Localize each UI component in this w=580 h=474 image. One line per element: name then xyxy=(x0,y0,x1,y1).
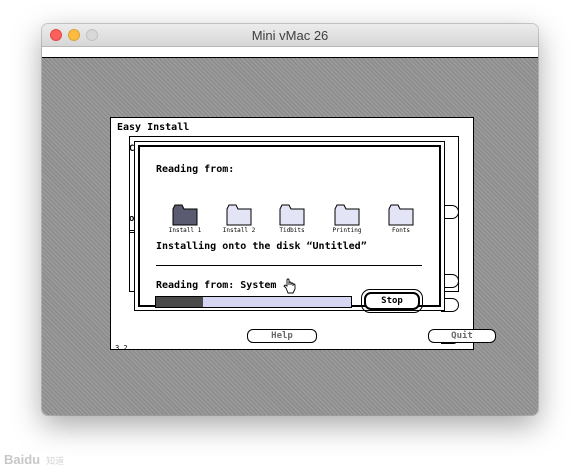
stop-button[interactable]: Stop xyxy=(364,292,420,310)
quit-button[interactable]: Quit xyxy=(428,329,496,343)
disk-item-fonts: Fonts xyxy=(383,204,419,234)
disk-item-install-1: Install 1 xyxy=(167,204,203,234)
progress-bar xyxy=(155,296,352,308)
folder-shape xyxy=(279,204,305,226)
disk-label: Printing xyxy=(332,227,362,234)
disk-item-install-2: Install 2 xyxy=(221,204,257,234)
hand-pointer-icon xyxy=(283,278,296,294)
disk-item-tidbits: Tidbits xyxy=(274,204,310,234)
folder-shape xyxy=(226,204,252,226)
watermark: Baidu 知道 xyxy=(4,452,64,467)
watermark-brand: Bai xyxy=(4,452,25,467)
help-button[interactable]: Help xyxy=(247,329,317,343)
reading-from-label: Reading from: xyxy=(156,164,235,175)
watermark-chinese: 知道 xyxy=(46,456,65,466)
window-title: Mini vMac 26 xyxy=(251,28,329,43)
dialog-divider xyxy=(156,265,422,266)
watermark-paw: du xyxy=(24,452,41,467)
install-status-text: Reading from: System xyxy=(156,280,277,291)
folder-icon xyxy=(334,204,360,226)
disk-label: Install 1 xyxy=(168,227,202,234)
folder-icon xyxy=(279,204,305,226)
disk-item-printing: Printing xyxy=(329,204,365,234)
folder-shape xyxy=(334,204,360,226)
disk-label: Install 2 xyxy=(222,227,256,234)
emulator-window: Mini vMac 26 Easy Install C o Help Quit … xyxy=(42,24,538,415)
disk-label: Fonts xyxy=(391,227,411,234)
folder-shape xyxy=(172,204,198,226)
install-progress-dialog: Reading from: Install 1 Install 2 Tidbit… xyxy=(134,141,445,313)
menu-bar xyxy=(42,47,538,58)
folder-icon xyxy=(388,204,414,226)
progress-bar-fill xyxy=(156,297,203,307)
version-label: 3.2 xyxy=(115,344,128,352)
install-target-text: Installing onto the disk “Untitled” xyxy=(156,241,367,252)
disk-label: Tidbits xyxy=(279,227,305,234)
mac-screen: Easy Install C o Help Quit 3.2 Reading f… xyxy=(42,47,538,415)
easy-install-title: Easy Install xyxy=(117,122,190,133)
folder-icon xyxy=(172,204,198,226)
title-bar[interactable]: Mini vMac 26 xyxy=(42,24,538,47)
folder-shape xyxy=(388,204,414,226)
folder-icon xyxy=(226,204,252,226)
